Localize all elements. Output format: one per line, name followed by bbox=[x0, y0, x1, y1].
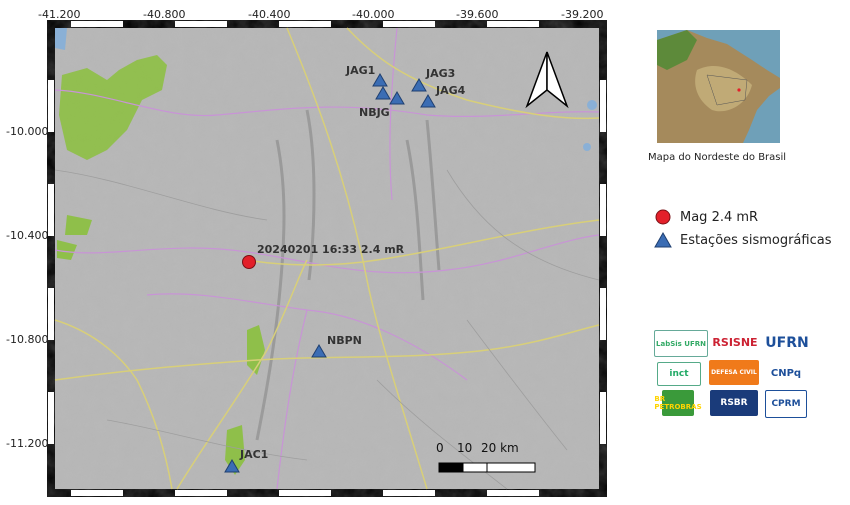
y-tick-label: -10.800 bbox=[6, 333, 49, 346]
inset-caption: Mapa do Nordeste do Brasil bbox=[648, 152, 787, 163]
station-label: JAC1 bbox=[240, 448, 269, 461]
logo-cprm: CPRM bbox=[765, 390, 807, 418]
logo-rsisne: RSISNE bbox=[709, 328, 761, 356]
station-marker[interactable] bbox=[389, 91, 405, 105]
station-marker[interactable] bbox=[224, 459, 240, 473]
event-label: 20240201 16:33 2.4 mR bbox=[257, 243, 405, 256]
scale-bar bbox=[438, 462, 536, 473]
legend-item-stations: Estações sismográficas bbox=[654, 231, 831, 249]
legend-label: Mag 2.4 mR bbox=[680, 209, 759, 225]
event-marker[interactable] bbox=[241, 254, 257, 270]
y-tick-label: -10.000 bbox=[6, 125, 49, 138]
legend-label: Estações sismográficas bbox=[680, 232, 832, 248]
station-label: NBJG bbox=[359, 106, 390, 119]
legend-item-event: Mag 2.4 mR bbox=[654, 208, 758, 226]
station-marker[interactable] bbox=[420, 94, 436, 108]
scalebar-label: 10 bbox=[457, 441, 473, 455]
station-marker[interactable] bbox=[311, 344, 327, 358]
logo-labsis: LabSis UFRN bbox=[654, 330, 708, 357]
station-label: JAG4 bbox=[436, 84, 466, 97]
station-label: JAG3 bbox=[426, 67, 456, 80]
map-panel[interactable] bbox=[47, 20, 607, 497]
station-label: JAG1 bbox=[346, 64, 376, 77]
blue-triangle-icon bbox=[654, 231, 672, 248]
red-circle-icon bbox=[655, 209, 671, 225]
scalebar-label: 20 km bbox=[481, 441, 519, 455]
station-marker[interactable] bbox=[411, 78, 427, 92]
scalebar-label: 0 bbox=[436, 441, 444, 455]
logo-petrobras: BR PETROBRAS bbox=[654, 390, 702, 416]
y-tick-label: -11.200 bbox=[6, 437, 49, 450]
logo-rsbr: RSBR bbox=[710, 390, 758, 416]
logo-ufrn: UFRN bbox=[764, 333, 810, 353]
inset-map[interactable] bbox=[657, 30, 780, 143]
logo-inct: inct bbox=[657, 362, 701, 386]
logo-defesa-civil: DEFESA CIVIL bbox=[709, 360, 759, 385]
y-tick-label: -10.400 bbox=[6, 229, 49, 242]
logo-cnpq: CNPq bbox=[762, 362, 810, 384]
station-label: NBPN bbox=[327, 334, 362, 347]
